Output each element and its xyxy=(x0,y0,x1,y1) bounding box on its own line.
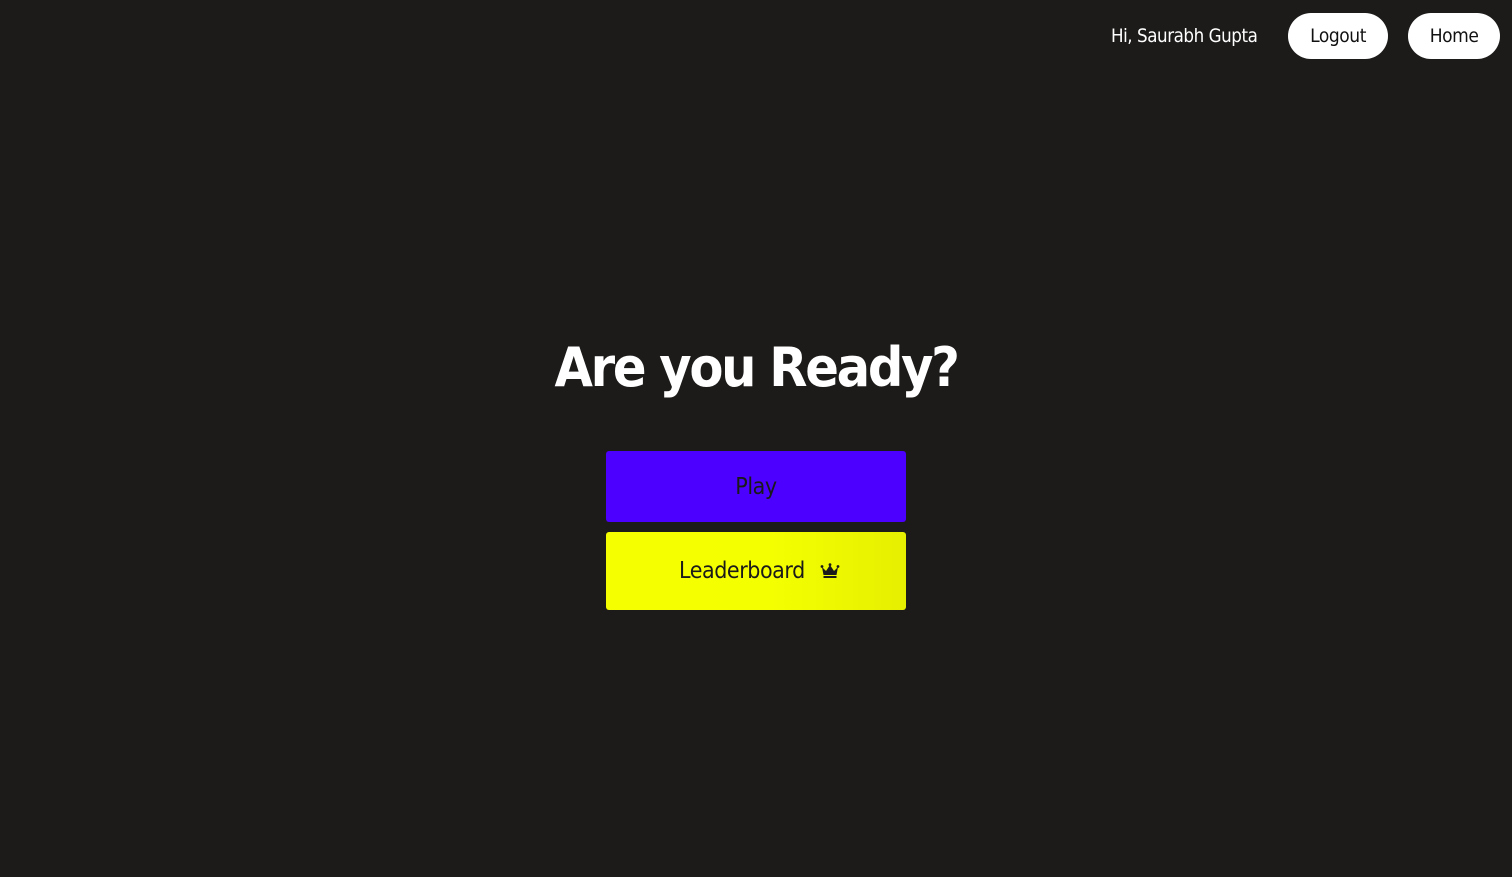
leaderboard-button[interactable]: Leaderboard xyxy=(606,532,906,610)
play-button[interactable]: Play xyxy=(606,451,906,522)
leaderboard-button-label: Leaderboard xyxy=(679,558,805,584)
logout-button-label: Logout xyxy=(1309,25,1366,47)
page-title: Are you Ready? xyxy=(554,336,959,399)
main-panel: Are you Ready? Play Leaderboard xyxy=(0,330,1512,610)
home-button[interactable]: Home xyxy=(1407,13,1500,59)
crown-icon xyxy=(820,563,840,578)
play-button-label: Play xyxy=(735,473,777,500)
home-button-label: Home xyxy=(1429,25,1479,47)
logout-button[interactable]: Logout xyxy=(1287,13,1388,59)
user-greeting: Hi, Saurabh Gupta xyxy=(1111,25,1258,47)
top-nav: Hi, Saurabh Gupta Logout Home xyxy=(1091,13,1500,59)
